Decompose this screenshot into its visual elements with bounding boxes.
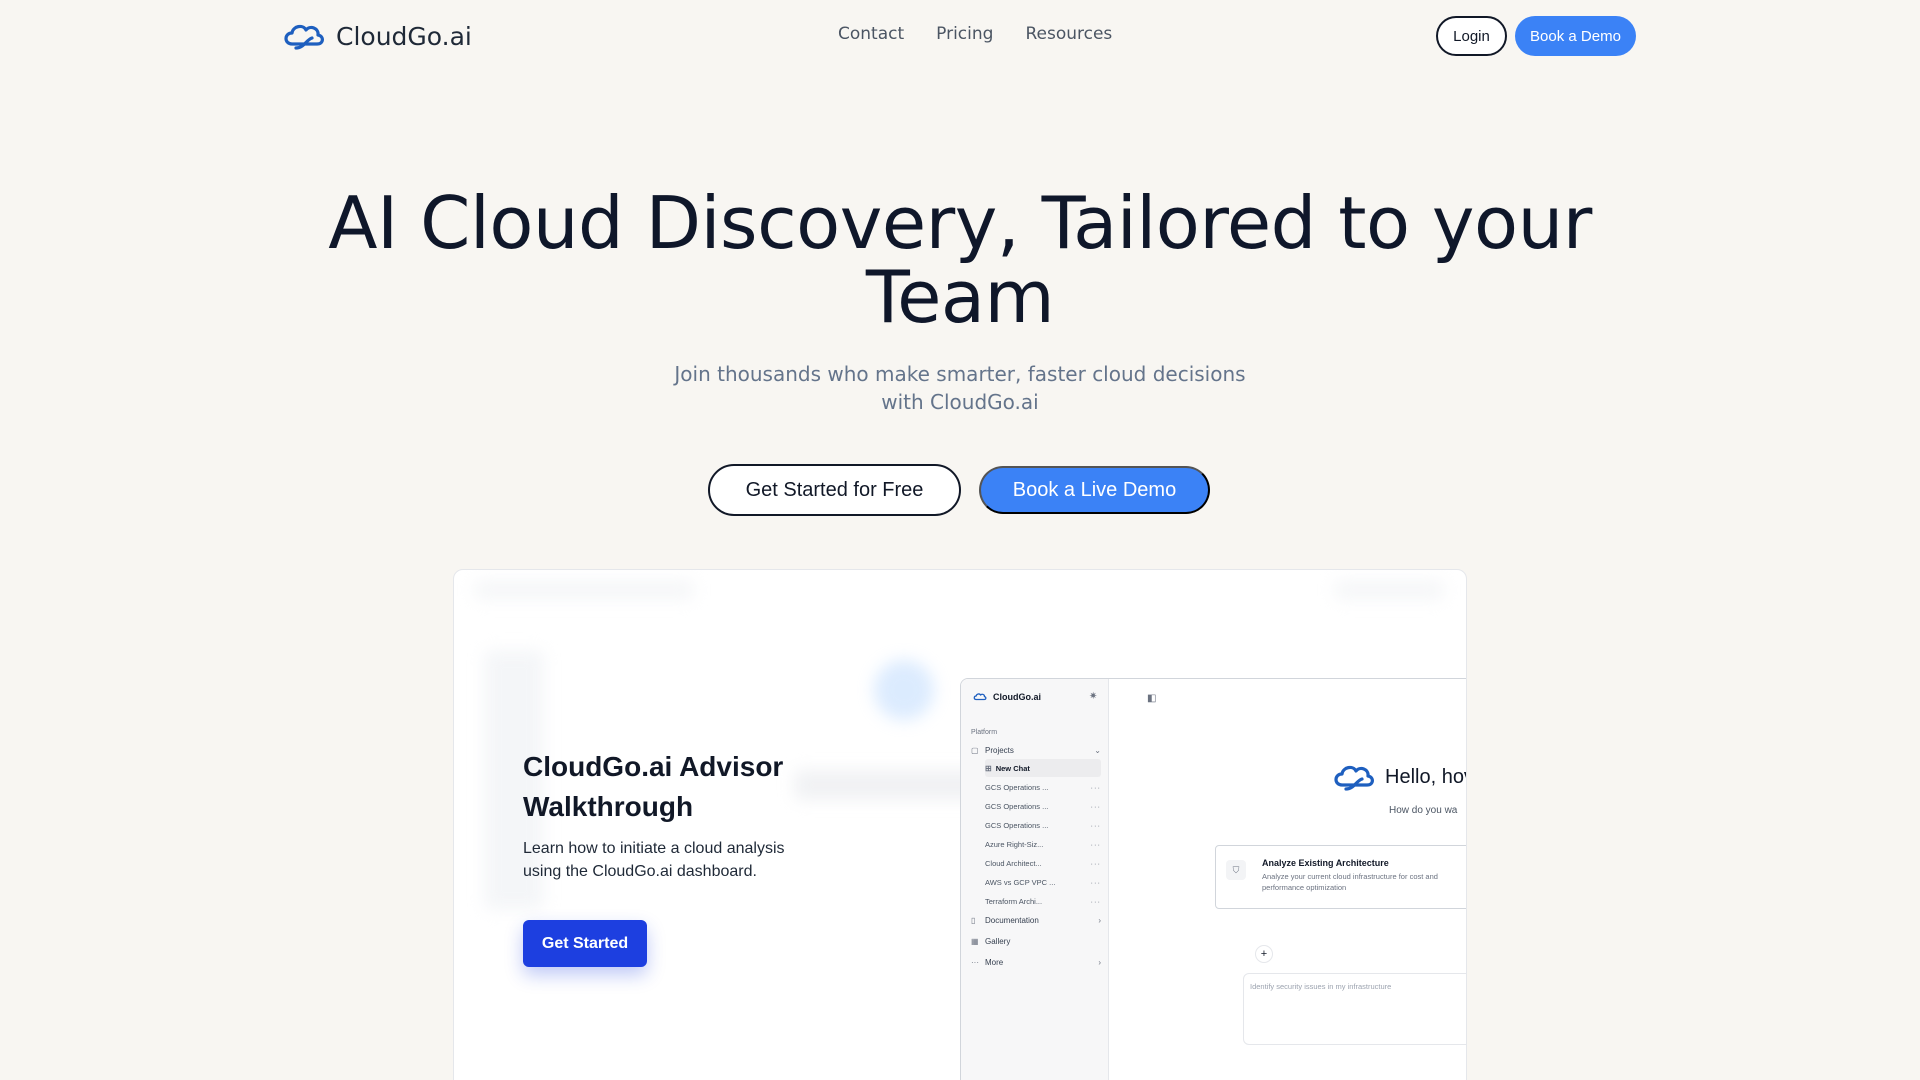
book-icon: ▯ [971, 915, 976, 925]
shield-icon: ⛉ [1226, 860, 1246, 880]
walkthrough-frame: CloudGo.ai Advisor Walkthrough Learn how… [453, 569, 1467, 1080]
prompt-input[interactable]: Identify security issues in my infrastru… [1243, 973, 1466, 1045]
blur-shape [1334, 580, 1444, 600]
sidebar-item-label: GCS Operations ... [985, 801, 1049, 811]
greeting-text: Hello, hov [1385, 765, 1467, 788]
app-logo: CloudGo.ai [973, 691, 1041, 703]
sidebar-item-label: More [985, 957, 1004, 967]
analyze-architecture-card[interactable]: ⛉ Analyze Existing Architecture Analyze … [1215, 845, 1466, 909]
more-options-icon[interactable]: ··· [1091, 821, 1102, 830]
greeting-subtext: How do you wa [1389, 805, 1458, 816]
project-item[interactable]: GCS Operations ... ··· [985, 816, 1101, 834]
hero-title: AI Cloud Discovery, Tailored to your Tea… [328, 181, 1592, 339]
ellipsis-icon: ··· [971, 957, 979, 967]
cloud-logo-icon [284, 24, 324, 50]
app-preview: CloudGo.ai ✷ Platform ▢ Projects ⌄ ⊞ New… [960, 678, 1467, 1080]
card-title: Analyze Existing Architecture [1262, 858, 1389, 868]
nav-link-resources[interactable]: Resources [1025, 24, 1112, 44]
settings-icon[interactable]: ✷ [1089, 691, 1097, 702]
sidebar-item-label: Terraform Archi... [985, 896, 1043, 906]
get-started-free-button[interactable]: Get Started for Free [708, 464, 961, 516]
walkthrough-get-started-button[interactable]: Get Started [523, 920, 647, 967]
new-chat-item[interactable]: ⊞ New Chat [985, 759, 1101, 777]
sidebar-item-more[interactable]: ··· More › [971, 953, 1101, 971]
sidebar-section-label: Platform [971, 729, 998, 736]
more-options-icon[interactable]: ··· [1091, 840, 1102, 849]
sidebar-item-label: Azure Right-Siz... [985, 839, 1044, 849]
project-item[interactable]: Azure Right-Siz... ··· [985, 835, 1101, 853]
blur-shape [474, 580, 694, 600]
nav-link-contact[interactable]: Contact [838, 24, 904, 44]
sidebar-item-gallery[interactable]: ▦ Gallery [971, 932, 1101, 950]
sidebar-item-label: Projects [985, 745, 1014, 755]
sidebar-item-documentation[interactable]: ▯ Documentation › [971, 911, 1101, 929]
cloud-logo-icon [1334, 765, 1374, 791]
more-options-icon[interactable]: ··· [1091, 859, 1102, 868]
book-live-demo-button[interactable]: Book a Live Demo [979, 466, 1210, 514]
sidebar-item-label: GCS Operations ... [985, 782, 1049, 792]
nav-link-pricing[interactable]: Pricing [936, 24, 993, 44]
more-options-icon[interactable]: ··· [1091, 878, 1102, 887]
more-options-icon[interactable]: ··· [1091, 802, 1102, 811]
blur-shape [874, 660, 934, 720]
project-item[interactable]: GCS Operations ... ··· [985, 797, 1101, 815]
top-navigation: CloudGo.ai Contact Pricing Resources Log… [0, 0, 1920, 72]
brand-name: CloudGo.ai [336, 21, 472, 51]
sidebar-item-label: GCS Operations ... [985, 820, 1049, 830]
brand-logo-link[interactable]: CloudGo.ai [282, 18, 472, 54]
project-item[interactable]: Cloud Architect... ··· [985, 854, 1101, 872]
project-item[interactable]: AWS vs GCP VPC ... ··· [985, 873, 1101, 891]
sidebar-item-label: Cloud Architect... [985, 858, 1042, 868]
sidebar-item-label: AWS vs GCP VPC ... [985, 877, 1056, 887]
card-description: Analyze your current cloud infrastructur… [1262, 872, 1438, 892]
grid-icon: ▦ [971, 936, 979, 946]
app-sidebar: CloudGo.ai ✷ Platform ▢ Projects ⌄ ⊞ New… [961, 679, 1109, 1080]
sidebar-item-label: Documentation [985, 915, 1039, 925]
new-chat-icon: ⊞ [985, 763, 992, 773]
project-item[interactable]: Terraform Archi... ··· [985, 892, 1101, 910]
sidebar-item-projects[interactable]: ▢ Projects ⌄ [971, 741, 1101, 759]
more-options-icon[interactable]: ··· [1091, 897, 1102, 906]
add-attachment-button[interactable]: + [1255, 945, 1273, 963]
cloud-logo-icon [973, 693, 987, 701]
walkthrough-description: Learn how to initiate a cloud analysis u… [523, 840, 785, 880]
chevron-right-icon: › [1098, 915, 1101, 925]
login-button[interactable]: Login [1436, 16, 1507, 56]
sidebar-item-label: New Chat [995, 763, 1030, 773]
folder-icon: ▢ [971, 745, 979, 755]
walkthrough-title: CloudGo.ai Advisor Walkthrough [523, 751, 784, 822]
greeting: Hello, hov [1331, 759, 1467, 795]
hero-subtitle: Join thousands who make smarter, faster … [674, 362, 1246, 414]
prompt-placeholder: Identify security issues in my infrastru… [1250, 982, 1392, 991]
book-demo-button[interactable]: Book a Demo [1515, 16, 1636, 56]
sidebar-toggle-icon[interactable]: ◧ [1147, 693, 1156, 704]
app-logo-text: CloudGo.ai [993, 692, 1041, 702]
project-item[interactable]: GCS Operations ... ··· [985, 778, 1101, 796]
chevron-right-icon: › [1098, 957, 1101, 967]
nav-links: Contact Pricing Resources [838, 24, 1112, 44]
sidebar-item-label: Gallery [985, 936, 1011, 946]
more-options-icon[interactable]: ··· [1091, 783, 1102, 792]
chevron-down-icon: ⌄ [1094, 745, 1101, 755]
